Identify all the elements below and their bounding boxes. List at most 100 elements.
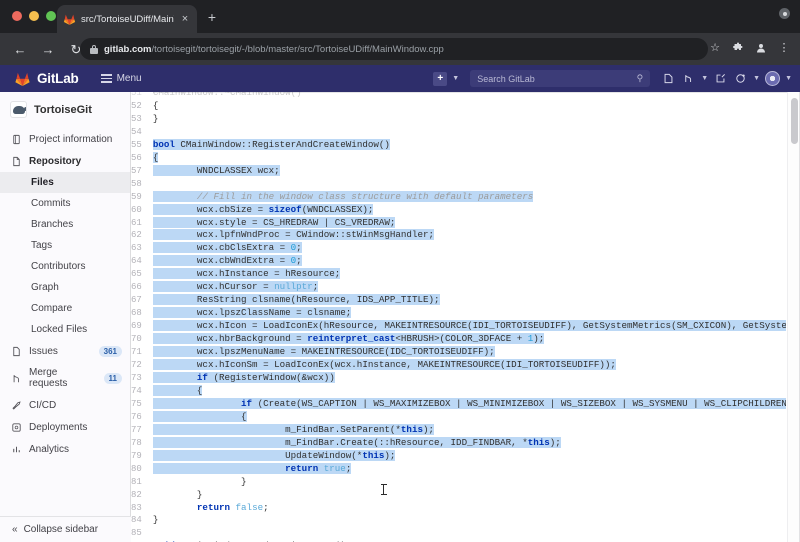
code-line-content[interactable]: return false;: [153, 502, 786, 515]
code-line-number[interactable]: 82: [131, 488, 153, 502]
code-line-number[interactable]: 54: [131, 125, 153, 139]
issues-icon[interactable]: [661, 71, 676, 86]
chevron-down-icon[interactable]: ▼: [452, 75, 459, 82]
code-line-number[interactable]: 64: [131, 255, 153, 269]
code-line-content[interactable]: wcx.hInstance = hResource;: [152, 268, 786, 281]
code-line-content[interactable]: wcx.lpfnWndProc = CWindow::stWinMsgHandl…: [152, 229, 786, 242]
sidebar-item-issues[interactable]: Issues 361: [0, 340, 130, 362]
code-line-number[interactable]: 71: [131, 346, 153, 360]
sidebar-item-repository[interactable]: Repository: [0, 150, 130, 172]
code-line-number[interactable]: 79: [131, 449, 153, 463]
code-line-content[interactable]: wcx.cbSize = sizeof(WNDCLASSEX);: [152, 203, 786, 217]
code-line-content[interactable]: wcx.hbrBackground = reinterpret_cast<HBR…: [152, 333, 786, 346]
code-line-content[interactable]: {: [153, 100, 786, 113]
code-line-number[interactable]: 51: [131, 92, 153, 100]
code-line-number[interactable]: 80: [131, 462, 153, 476]
sidebar-item-compare[interactable]: Compare: [0, 298, 130, 319]
sidebar-item-ci-cd[interactable]: CI/CD: [0, 394, 130, 416]
sidebar-item-merge-requests[interactable]: Merge requests 11: [0, 362, 130, 394]
code-line-content[interactable]: wcx.cbWndExtra = 0;: [152, 255, 786, 268]
help-icon[interactable]: [733, 71, 748, 86]
code-line-number[interactable]: 75: [131, 397, 153, 411]
code-line-number[interactable]: 76: [131, 410, 153, 424]
code-line-number[interactable]: 55: [131, 138, 153, 152]
search-input[interactable]: Search GitLab ⚲: [470, 70, 651, 87]
code-line-number[interactable]: 66: [131, 281, 153, 295]
chrome-menu-icon[interactable]: ⋮: [774, 38, 794, 58]
sidebar-project-header[interactable]: TortoiseGit: [0, 92, 130, 127]
code-line-number[interactable]: 57: [131, 164, 153, 178]
sidebar-item-analytics[interactable]: Analytics: [0, 438, 130, 460]
gitlab-menu-button[interactable]: Menu: [100, 73, 142, 84]
profile-icon[interactable]: [751, 38, 771, 58]
code-line-content[interactable]: ResString clsname(hResource, IDS_APP_TIT…: [152, 294, 786, 307]
code-line-number[interactable]: 78: [131, 436, 153, 450]
code-line-number[interactable]: 70: [131, 333, 153, 347]
sidebar-item-files[interactable]: Files: [0, 172, 130, 193]
gitlab-home-link[interactable]: GitLab: [14, 71, 79, 87]
code-line-number[interactable]: 67: [131, 294, 153, 308]
code-line-content[interactable]: // Fill in the window class structure wi…: [152, 190, 786, 204]
code-scroll-region[interactable]: 51 CMainWindow::~CMainWindow() 52{53} 54 55…: [131, 92, 786, 542]
code-line-content[interactable]: {: [152, 384, 786, 398]
code-line-content[interactable]: wcx.hIconSm = LoadIconEx(wcx.hInstance, …: [152, 359, 786, 372]
sidebar-item-contributors[interactable]: Contributors: [0, 256, 130, 277]
code-line-number[interactable]: 61: [131, 216, 153, 230]
code-line-number[interactable]: 56: [131, 151, 153, 165]
code-line-number[interactable]: 81: [131, 475, 153, 489]
sidebar-item-branches[interactable]: Branches: [0, 214, 130, 235]
create-new-icon[interactable]: +: [433, 71, 448, 86]
code-line-number[interactable]: 63: [131, 242, 153, 256]
address-bar[interactable]: gitlab.com/tortoisegit/tortoisegit/-/blo…: [80, 38, 708, 60]
sidebar-item-graph[interactable]: Graph: [0, 277, 130, 298]
code-line-content[interactable]: bool CMainWindow::RegisterAndCreateWindo…: [152, 138, 786, 152]
sidebar-item-tags[interactable]: Tags: [0, 235, 130, 256]
sidebar-item-commits[interactable]: Commits: [0, 193, 130, 214]
code-line-content[interactable]: {: [152, 410, 786, 424]
code-line-number[interactable]: 72: [131, 359, 153, 372]
code-line-number[interactable]: 60: [131, 203, 153, 217]
code-line-content[interactable]: m_FindBar.Create(::hResource, IDD_FINDBA…: [152, 436, 786, 450]
new-tab-button[interactable]: +: [205, 10, 219, 24]
code-line-number[interactable]: 58: [131, 177, 153, 191]
browser-tab[interactable]: src/TortoiseUDiff/MainWindow ×: [57, 5, 197, 33]
code-line-number[interactable]: 69: [131, 320, 153, 334]
vertical-scrollbar-thumb[interactable]: [791, 98, 798, 144]
code-line-number[interactable]: 74: [131, 384, 153, 398]
code-line-content[interactable]: [153, 126, 786, 139]
code-line-number[interactable]: 65: [131, 268, 153, 282]
code-line-content[interactable]: wcx.hCursor = nullptr;: [152, 281, 786, 294]
code-line-content[interactable]: wcx.style = CS_HREDRAW | CS_VREDRAW;: [152, 216, 786, 230]
todos-icon[interactable]: [713, 71, 728, 86]
window-control-icon[interactable]: [779, 8, 790, 19]
bookmark-star-icon[interactable]: ☆: [705, 38, 725, 58]
sidebar-item-locked-files[interactable]: Locked Files: [0, 319, 130, 340]
collapse-sidebar-button[interactable]: « Collapse sidebar: [0, 516, 131, 542]
code-line-number[interactable]: 52: [131, 99, 153, 113]
close-window-button[interactable]: [12, 11, 22, 21]
code-line-content[interactable]: }: [153, 113, 786, 126]
back-icon[interactable]: ←: [9, 38, 31, 60]
code-line-content[interactable]: }: [153, 476, 786, 489]
code-line-content[interactable]: wcx.cbClsExtra = 0;: [152, 242, 786, 255]
extensions-puzzle-icon[interactable]: [728, 38, 748, 58]
avatar[interactable]: [765, 71, 781, 86]
sidebar-item-project-information[interactable]: Project information: [0, 128, 130, 150]
chevron-down-icon-avatar[interactable]: ▼: [785, 75, 792, 82]
sidebar-item-deployments[interactable]: Deployments: [0, 416, 130, 438]
code-line-number[interactable]: 68: [131, 307, 153, 321]
code-line-content[interactable]: }: [153, 489, 786, 502]
code-line-content[interactable]: [153, 178, 786, 191]
code-line-number[interactable]: 73: [131, 371, 153, 385]
chevron-down-icon-merge[interactable]: ▼: [701, 75, 708, 82]
maximize-window-button[interactable]: [46, 11, 56, 21]
chevron-down-icon-help[interactable]: ▼: [753, 75, 760, 82]
code-line-content[interactable]: WNDCLASSEX wcx;: [152, 164, 786, 178]
code-line-content[interactable]: UpdateWindow(*this);: [152, 449, 786, 463]
merge-requests-icon[interactable]: [681, 71, 696, 86]
code-line-content[interactable]: [153, 527, 786, 540]
code-line-content[interactable]: return true;: [152, 462, 786, 476]
close-icon[interactable]: ×: [179, 13, 191, 25]
code-line-number[interactable]: 53: [131, 112, 153, 126]
code-line-content[interactable]: }: [153, 514, 786, 527]
